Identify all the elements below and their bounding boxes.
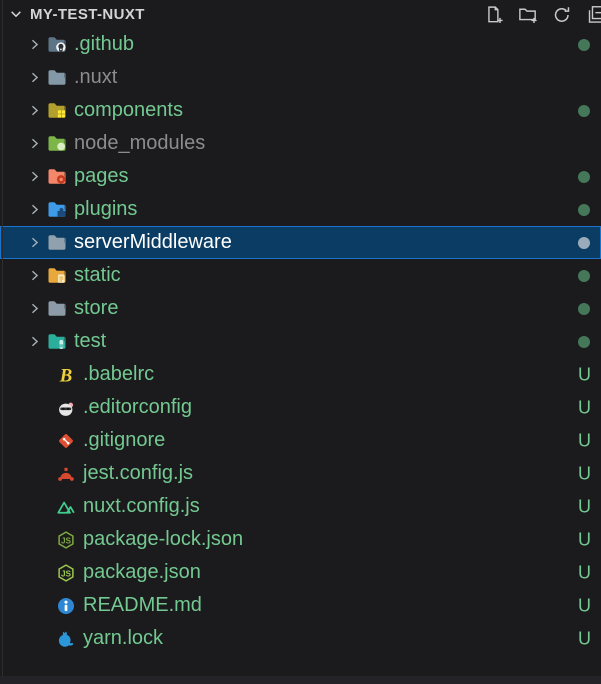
git-untracked-badge: U [578,397,591,417]
git-untracked-badge: U [578,529,591,549]
chevron-right-icon [27,235,42,250]
nodejs-icon: JS [56,563,76,583]
tree-item-package-lock.json[interactable]: JS package-lock.json U [0,523,601,556]
plugins-folder-icon [47,200,67,220]
tree-item-.babelrc[interactable]: B .babelrc U [0,358,601,391]
chevron-right-icon [27,70,42,85]
tree-item-test[interactable]: test [0,325,601,358]
chevron-right-icon [27,268,42,283]
changes-dot-badge [578,302,590,315]
tree-item-.gitignore[interactable]: .gitignore U [0,424,601,457]
tree-item-store[interactable]: store [0,292,601,325]
explorer-section-header[interactable]: MY-TEST-NUXT [0,0,601,28]
git-untracked-badge: U [578,628,591,648]
explorer-actions [482,3,601,26]
pages-folder-icon [47,167,67,187]
tree-item-plugins[interactable]: plugins [0,193,601,226]
tree-item-package.json[interactable]: JS package.json U [0,556,601,589]
changes-dot-badge [578,38,590,51]
tree-item-.github[interactable]: .github [0,28,601,61]
tree-item-nuxt.config.js[interactable]: nuxt.config.js U [0,490,601,523]
svg-text:JS: JS [61,536,72,545]
chevron-right-icon [27,169,42,184]
jest-icon [56,464,76,484]
tree-item-yarn.lock[interactable]: yarn.lock U [0,622,601,655]
tree-item-pages[interactable]: pages [0,160,601,193]
changes-dot-badge [578,104,590,117]
tree-item-serverMiddleware[interactable]: serverMiddleware [0,226,601,259]
git-untracked-badge: U [578,430,591,450]
tree-item-components[interactable]: components [0,94,601,127]
file-tree: .github .nuxt components node_modules pa… [0,28,601,655]
git-untracked-badge: U [578,496,591,516]
svg-text:JS: JS [61,569,72,578]
new-file-icon[interactable] [482,3,505,26]
git-untracked-badge: U [578,562,591,582]
babel-icon: B [56,365,76,385]
git-untracked-badge: U [578,595,591,615]
tree-item-node_modules[interactable]: node_modules [0,127,601,160]
new-folder-icon[interactable] [516,3,539,26]
chevron-right-icon [27,103,42,118]
github-folder-icon [47,35,67,55]
node-modules-folder-icon [47,134,67,154]
static-folder-icon [47,266,67,286]
panel-bottom-divider [0,676,601,684]
editorconfig-icon [56,398,76,418]
changes-dot-badge [578,269,590,282]
tree-item-README.md[interactable]: README.md U [0,589,601,622]
sidebar-left-border [2,0,3,684]
selected-changes-dot-badge [578,236,590,249]
test-folder-icon [47,332,67,352]
tree-item-.editorconfig[interactable]: .editorconfig U [0,391,601,424]
chevron-right-icon [27,301,42,316]
chevron-right-icon [27,136,42,151]
folder-icon [47,68,67,88]
git-icon [56,431,76,451]
chevron-right-icon [27,334,42,349]
changes-dot-badge [578,203,590,216]
collapse-all-icon[interactable] [584,3,601,26]
nodejs-icon: JS [56,530,76,550]
folder-icon [47,299,67,319]
yarn-icon [56,629,76,649]
chevron-right-icon [27,202,42,217]
svg-text:B: B [59,365,73,385]
tree-item-jest.config.js[interactable]: jest.config.js U [0,457,601,490]
nuxt-icon [56,497,76,517]
tree-item-static[interactable]: static [0,259,601,292]
tree-item-.nuxt[interactable]: .nuxt [0,61,601,94]
refresh-explorer-icon[interactable] [550,3,573,26]
components-folder-icon [47,101,67,121]
readme-icon [56,596,76,616]
chevron-down-icon [8,6,24,22]
explorer-sidebar: MY-TEST-NUXT .github .nuxt components no… [0,0,601,684]
folder-icon [47,233,67,253]
chevron-right-icon [27,37,42,52]
git-untracked-badge: U [578,463,591,483]
changes-dot-badge [578,170,590,183]
changes-dot-badge [578,335,590,348]
git-untracked-badge: U [578,364,591,384]
section-title: MY-TEST-NUXT [30,5,145,23]
